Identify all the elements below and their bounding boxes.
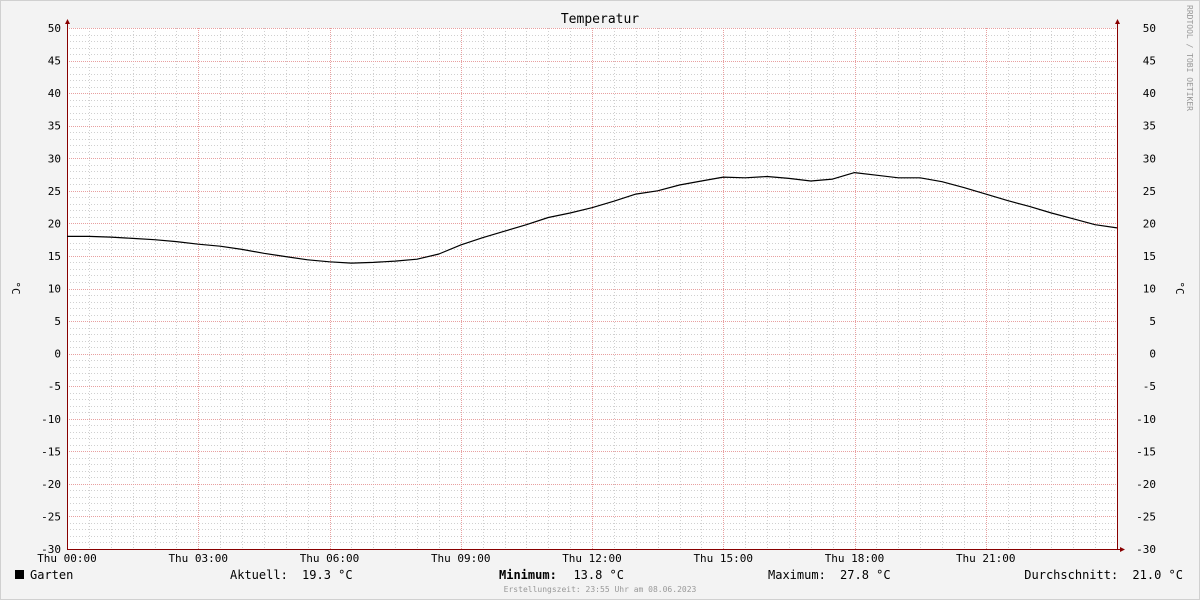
y-tick-label-right: 20 — [1143, 217, 1156, 230]
x-tick-label: Thu 03:00 — [168, 552, 228, 565]
temperature-chart: 50454035302520151050-5-10-15-20-25-30 50… — [0, 0, 1200, 600]
legend-swatch — [15, 570, 24, 579]
y-tick-label-left: 10 — [48, 283, 61, 296]
y-tick-label-right: 15 — [1143, 250, 1156, 263]
y-tick-label-right: -30 — [1136, 543, 1156, 556]
legend-maximum-label: Maximum: — [768, 568, 826, 582]
y-tick-label-left: 5 — [54, 315, 61, 328]
y-axis-label-right: °C — [1173, 281, 1186, 294]
y-tick-label-right: -20 — [1136, 478, 1156, 491]
y-tick-label-left: 50 — [48, 22, 61, 35]
y-tick-label-right: 10 — [1143, 283, 1156, 296]
watermark: RRDTOOL / TOBI OETIKER — [1185, 5, 1194, 111]
legend-maximum-value: 27.8 °C — [840, 568, 891, 582]
y-tick-label-right: 40 — [1143, 87, 1156, 100]
y-tick-label-left: 15 — [48, 250, 61, 263]
footer-timestamp: Erstellungszeit: 23:55 Uhr am 08.06.2023 — [504, 585, 697, 594]
legend-series-label: Garten — [30, 568, 73, 582]
chart-title: Temperatur — [561, 12, 639, 27]
y-tick-label-left: -5 — [48, 380, 61, 393]
legend-minimum-label: Minimum: — [499, 568, 557, 582]
y-tick-label-right: -15 — [1136, 445, 1156, 458]
y-tick-label-right: -10 — [1136, 413, 1156, 426]
x-tick-label: Thu 12:00 — [562, 552, 622, 565]
y-tick-label-right: 5 — [1149, 315, 1156, 328]
y-tick-label-right: 25 — [1143, 185, 1156, 198]
legend-current: Aktuell: 19.3 °C — [230, 568, 353, 582]
y-tick-label-left: 20 — [48, 217, 61, 230]
y-tick-label-left: 40 — [48, 87, 61, 100]
y-tick-label-right: 50 — [1143, 22, 1156, 35]
y-tick-label-left: 45 — [48, 55, 61, 68]
x-tick-label: Thu 06:00 — [300, 552, 360, 565]
y-tick-label-left: -25 — [41, 510, 61, 523]
y-tick-label-left: -15 — [41, 445, 61, 458]
y-tick-label-right: -5 — [1143, 380, 1156, 393]
y-axis-label-left: °C — [9, 281, 22, 294]
y-tick-label-left: 0 — [54, 348, 61, 361]
x-tick-label: Thu 09:00 — [431, 552, 491, 565]
legend-average-value: 21.0 °C — [1132, 568, 1183, 582]
x-tick-label: Thu 18:00 — [825, 552, 885, 565]
legend-average-label: Durchschnitt: — [1024, 568, 1118, 582]
legend-maximum: Maximum: 27.8 °C — [768, 568, 891, 582]
legend-minimum-value: 13.8 °C — [573, 568, 624, 582]
x-tick-label: Thu 21:00 — [956, 552, 1016, 565]
y-tick-label-left: 35 — [48, 120, 61, 133]
y-tick-label-left: 25 — [48, 185, 61, 198]
y-tick-label-right: 35 — [1143, 120, 1156, 133]
y-tick-label-right: 30 — [1143, 152, 1156, 165]
y-tick-label-right: 45 — [1143, 55, 1156, 68]
y-tick-label-left: 30 — [48, 152, 61, 165]
y-tick-label-left: -10 — [41, 413, 61, 426]
y-tick-label-left: -20 — [41, 478, 61, 491]
legend-current-label: Aktuell: — [230, 568, 288, 582]
y-tick-label-right: -25 — [1136, 510, 1156, 523]
legend-average: Durchschnitt: 21.0 °C — [1024, 568, 1183, 582]
y-tick-label-right: 0 — [1149, 348, 1156, 361]
x-tick-label: Thu 15:00 — [693, 552, 753, 565]
legend-current-value: 19.3 °C — [302, 568, 353, 582]
x-tick-label: Thu 00:00 — [37, 552, 97, 565]
